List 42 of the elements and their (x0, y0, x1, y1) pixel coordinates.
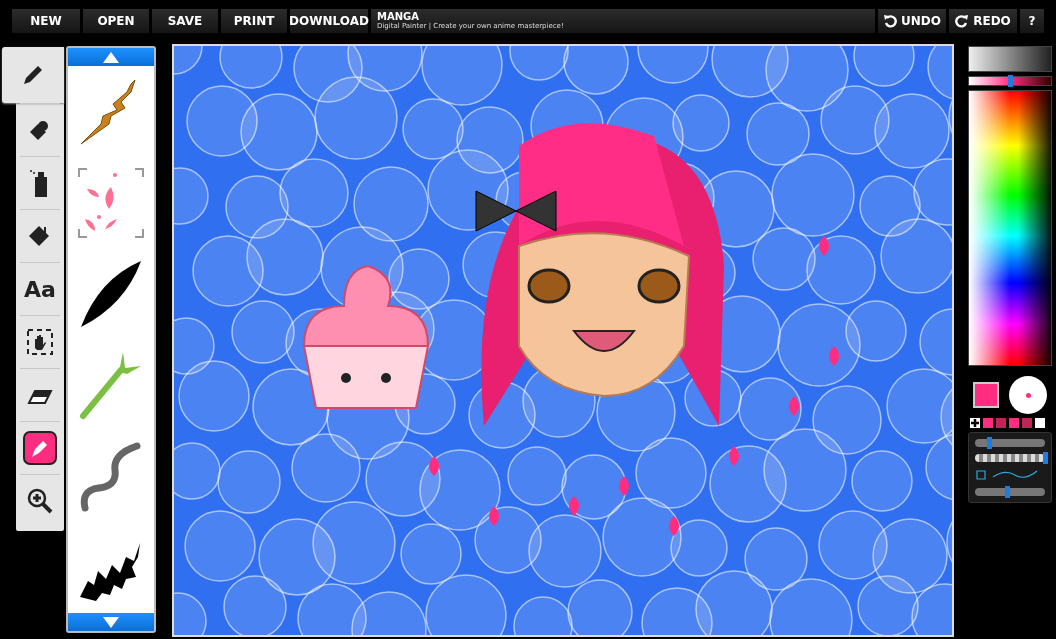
color-spectrum[interactable] (968, 90, 1052, 366)
petals-brush-icon (77, 166, 145, 239)
undo-button[interactable]: UNDO (878, 9, 946, 33)
menu-button[interactable]: OPEN (83, 9, 149, 33)
menu-button[interactable]: NEW (12, 9, 80, 33)
color-swatch[interactable] (1022, 418, 1032, 428)
zoom-in-icon (26, 487, 54, 515)
smoothing-slider[interactable] (975, 488, 1045, 496)
brush-preview (1009, 376, 1047, 414)
color-swatch[interactable] (996, 418, 1006, 428)
redo-button[interactable]: REDO (949, 9, 1017, 33)
down-triangle-icon (103, 616, 119, 628)
leaf-brush-icon (79, 258, 143, 329)
redo-icon (955, 14, 970, 28)
eyedropper-icon (23, 431, 57, 465)
shade-gradient[interactable] (968, 46, 1052, 72)
menu-button[interactable]: PRINT (221, 9, 287, 33)
color-swatch[interactable] (983, 418, 993, 428)
slider-thumb[interactable] (1005, 486, 1011, 498)
shade-slider[interactable] (968, 76, 1052, 86)
color-swatch[interactable] (1009, 418, 1019, 428)
add-swatch-button[interactable] (970, 418, 980, 428)
slider-thumb[interactable] (1008, 75, 1013, 87)
size-slider[interactable] (975, 439, 1045, 447)
app-title: MANGA (377, 11, 420, 22)
opacity-slider[interactable] (975, 454, 1045, 462)
text-tool-button[interactable]: Aa (20, 262, 60, 315)
tool-button[interactable] (2, 47, 64, 103)
plus-icon (971, 419, 979, 427)
rope-brush-icon (79, 440, 143, 513)
wavy-line-icon (975, 469, 1039, 481)
scroll-down-button[interactable] (68, 613, 154, 631)
color-swatch[interactable] (1035, 418, 1045, 428)
help-button[interactable]: ? (1020, 9, 1044, 33)
undo-icon (883, 14, 897, 28)
hand-select-icon (26, 328, 54, 356)
scroll-up-button[interactable] (68, 48, 154, 66)
slider-thumb[interactable] (1043, 452, 1048, 464)
menu-button[interactable]: SAVE (152, 9, 218, 33)
slider-thumb[interactable] (987, 437, 992, 449)
menu-button[interactable]: DOWNLOAD (290, 9, 368, 33)
up-triangle-icon (103, 51, 119, 63)
